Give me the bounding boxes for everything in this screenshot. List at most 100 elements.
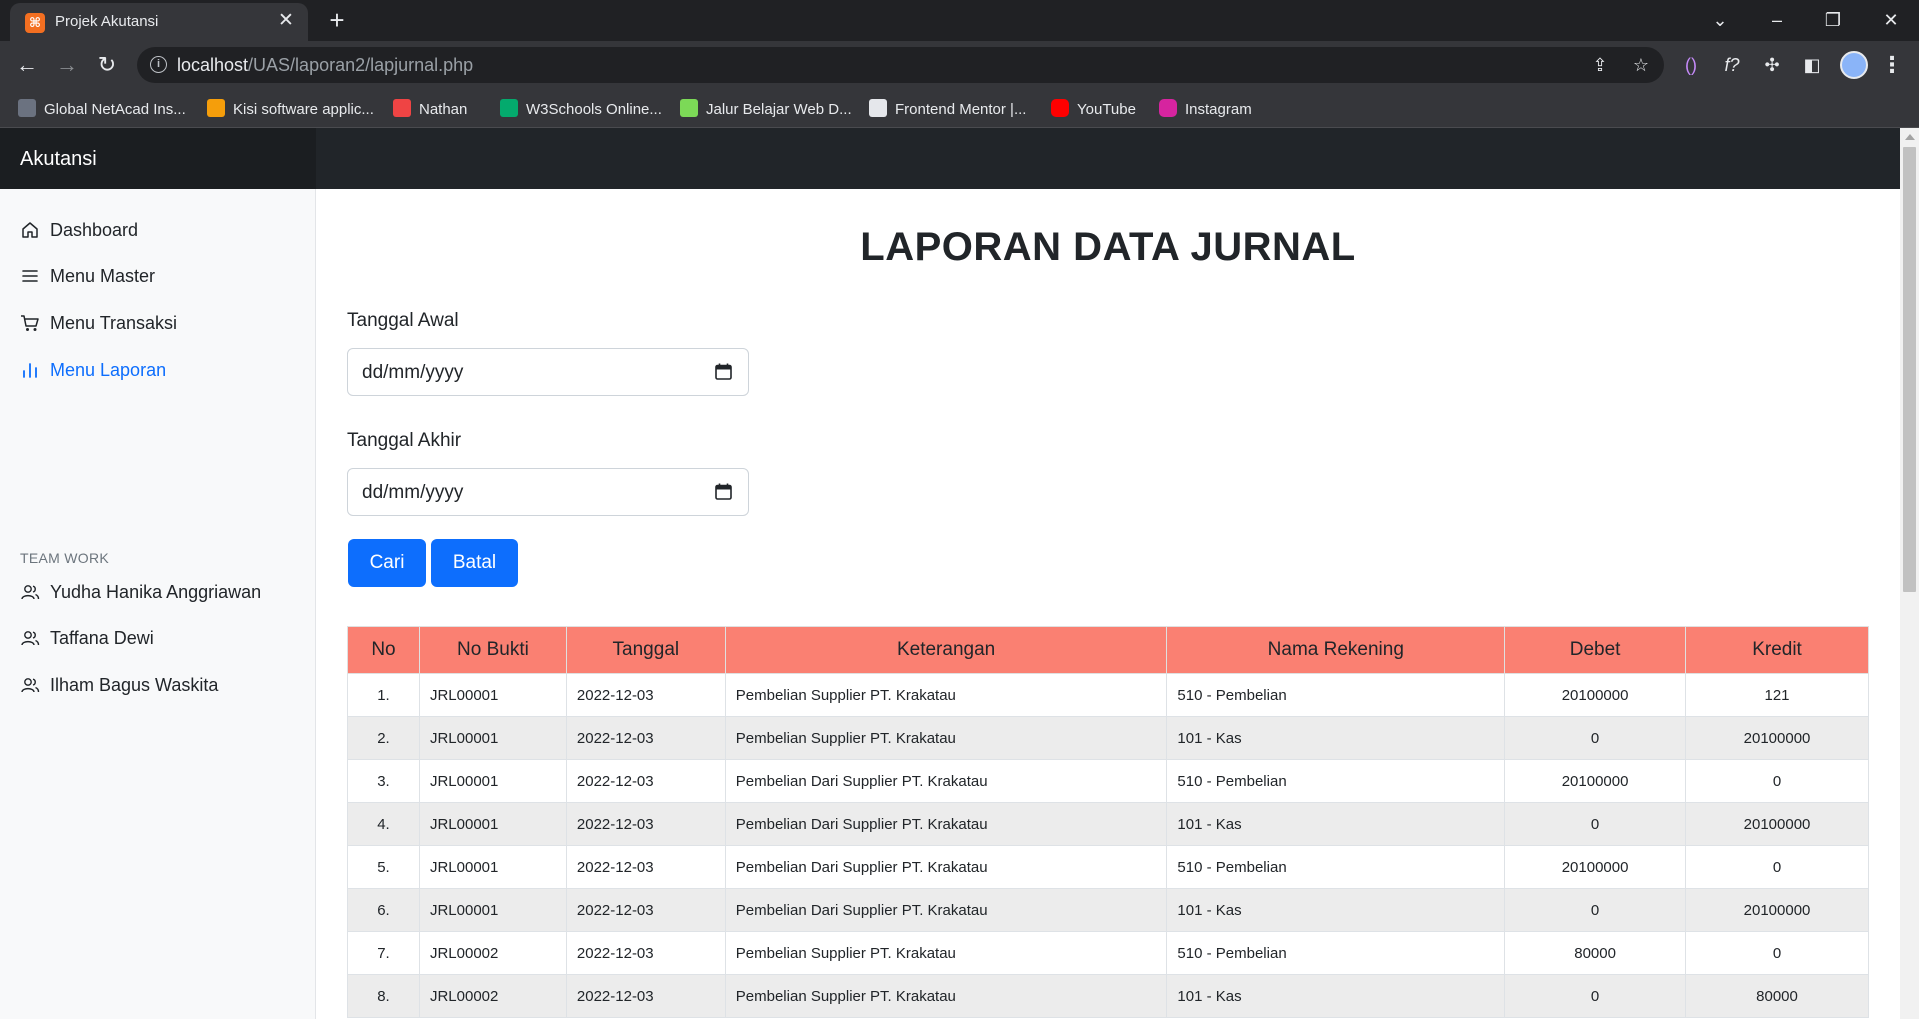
bookmark-frontend-mentor[interactable]: Frontend Mentor |... — [869, 99, 1026, 119]
cell-tanggal: 2022-12-03 — [565, 802, 726, 846]
bar-chart-icon — [23, 363, 37, 378]
column-header-debet: Debet — [1504, 626, 1687, 674]
tab-title: Projek Akutansi — [55, 13, 159, 30]
new-tab-icon[interactable]: + — [323, 6, 351, 34]
team-work-heading: TEAM WORK — [20, 550, 110, 566]
cell-debet: 0 — [1504, 716, 1687, 760]
cell-nama-rekening: 101 - Kas — [1166, 974, 1506, 1018]
sidebar-item-yudha[interactable]: Yudha Hanika Anggriawan — [20, 578, 261, 606]
calendar-icon[interactable] — [715, 363, 732, 380]
cell-no: 8. — [347, 974, 420, 1018]
cell-nama-rekening: 510 - Pembelian — [1166, 673, 1506, 717]
sidebar-item-ilham[interactable]: Ilham Bagus Waskita — [20, 671, 218, 699]
menu-icon — [22, 270, 38, 282]
cell-tanggal: 2022-12-03 — [565, 845, 726, 889]
w3schools-icon — [500, 99, 518, 117]
frontend-mentor-icon — [869, 99, 887, 117]
sidebar-item-taffana[interactable]: Taffana Dewi — [20, 624, 154, 652]
cell-no-bukti: JRL00001 — [418, 759, 567, 803]
minimize-icon[interactable]: – — [1762, 6, 1792, 34]
tab-search-icon[interactable]: ⌄ — [1705, 6, 1735, 34]
cell-tanggal: 2022-12-03 — [565, 716, 726, 760]
tab-strip: ⌘ Projek Akutansi ✕ + ⌄ – ❐ ✕ — [0, 0, 1919, 41]
site-info-icon[interactable]: i — [150, 56, 167, 73]
netacad-icon — [18, 99, 36, 117]
youtube-icon — [1051, 99, 1069, 117]
page-title: LAPORAN DATA JURNAL — [860, 225, 1356, 269]
cell-kredit: 0 — [1685, 759, 1869, 803]
address-bar[interactable]: i localhost/UAS/laporan2/lapjurnal.php ⇪… — [137, 47, 1664, 83]
cell-nama-rekening: 101 - Kas — [1166, 716, 1506, 760]
page-scrollbar[interactable] — [1900, 128, 1919, 1019]
sidebar-item-menu-master[interactable]: Menu Master — [20, 262, 155, 290]
cell-kredit: 20100000 — [1685, 716, 1869, 760]
url-text: localhost/UAS/laporan2/lapjurnal.php — [177, 55, 474, 75]
table-row: 2. JRL00001 2022-12-03 Pembelian Supplie… — [347, 716, 1869, 760]
reload-icon[interactable]: ↻ — [91, 49, 123, 81]
sidebar-item-menu-transaksi[interactable]: Menu Transaksi — [20, 309, 177, 337]
sidebar-item-dashboard[interactable]: Dashboard — [20, 216, 138, 244]
cell-no-bukti: JRL00001 — [418, 673, 567, 717]
cell-keterangan: Pembelian Dari Supplier PT. Krakatau — [724, 845, 1168, 889]
window-close-icon[interactable]: ✕ — [1876, 6, 1906, 34]
cell-no-bukti: JRL00002 — [418, 931, 567, 975]
cell-kredit: 20100000 — [1685, 888, 1869, 932]
users-icon — [21, 678, 40, 693]
side-panel-icon[interactable]: ◧ — [1800, 53, 1824, 77]
column-header-no: No — [347, 626, 420, 674]
formula-extension-icon[interactable]: f? — [1720, 53, 1744, 77]
bookmark-w3schools[interactable]: W3Schools Online... — [500, 99, 662, 119]
cell-keterangan: Pembelian Supplier PT. Krakatau — [724, 974, 1168, 1018]
cell-no-bukti: JRL00001 — [418, 802, 567, 846]
bookmark-netacad[interactable]: Global NetAcad Ins... — [18, 99, 186, 119]
puzzle-extensions-icon[interactable]: ✣ — [1760, 53, 1784, 77]
start-date-label: Tanggal Awal — [347, 310, 459, 331]
calendar-icon[interactable] — [715, 483, 732, 500]
end-date-input[interactable]: dd/mm/yyyy — [347, 468, 749, 516]
web-page: Akutansi Dashboard Menu Master Menu Tran… — [0, 128, 1919, 1019]
browser-tab[interactable]: ⌘ Projek Akutansi ✕ — [10, 3, 308, 41]
bookmark-star-icon[interactable]: ☆ — [1629, 53, 1653, 77]
cell-no: 5. — [347, 845, 420, 889]
start-date-input[interactable]: dd/mm/yyyy — [347, 348, 749, 396]
table-row: 3. JRL00001 2022-12-03 Pembelian Dari Su… — [347, 759, 1869, 803]
bookmark-jalur-belajar[interactable]: Jalur Belajar Web D... — [680, 99, 852, 119]
sidebar-item-menu-laporan[interactable]: Menu Laporan — [20, 356, 166, 384]
forward-icon[interactable]: → — [51, 49, 83, 81]
table-row: 8. JRL00002 2022-12-03 Pembelian Supplie… — [347, 974, 1869, 1018]
cell-tanggal: 2022-12-03 — [565, 888, 726, 932]
end-date-value: dd/mm/yyyy — [362, 482, 464, 503]
brand-link[interactable]: Akutansi — [20, 148, 97, 171]
cancel-button[interactable]: Batal — [431, 539, 518, 587]
cell-debet: 20100000 — [1504, 845, 1687, 889]
top-navbar: Akutansi — [0, 128, 1900, 189]
cell-kredit: 121 — [1685, 673, 1869, 717]
bookmark-youtube[interactable]: YouTube — [1051, 99, 1136, 119]
bookmark-nathan[interactable]: Nathan — [393, 99, 467, 119]
tab-close-icon[interactable]: ✕ — [276, 11, 296, 31]
profile-avatar[interactable] — [1840, 51, 1868, 79]
cell-keterangan: Pembelian Supplier PT. Krakatau — [724, 716, 1168, 760]
browser-menu-icon[interactable]: ⋮ — [1880, 51, 1904, 79]
search-button[interactable]: Cari — [348, 539, 426, 587]
cell-no-bukti: JRL00001 — [418, 888, 567, 932]
share-icon[interactable]: ⇪ — [1588, 53, 1612, 77]
scroll-up-arrow-icon[interactable] — [1905, 134, 1915, 140]
column-header-tanggal: Tanggal — [565, 626, 726, 674]
cell-no: 2. — [347, 716, 420, 760]
table-header-row: No No Bukti Tanggal Keterangan Nama Reke… — [347, 626, 1869, 674]
cell-kredit: 20100000 — [1685, 802, 1869, 846]
cell-debet: 20100000 — [1504, 673, 1687, 717]
column-header-no-bukti: No Bukti — [418, 626, 567, 674]
extension-icon[interactable]: () — [1679, 53, 1703, 77]
cell-no: 6. — [347, 888, 420, 932]
bookmark-instagram[interactable]: Instagram — [1159, 99, 1252, 119]
cell-keterangan: Pembelian Dari Supplier PT. Krakatau — [724, 759, 1168, 803]
table-row: 7. JRL00002 2022-12-03 Pembelian Supplie… — [347, 931, 1869, 975]
back-icon[interactable]: ← — [11, 49, 43, 81]
restore-icon[interactable]: ❐ — [1818, 6, 1848, 34]
scroll-thumb[interactable] — [1903, 147, 1916, 592]
column-header-kredit: Kredit — [1685, 626, 1869, 674]
table-row: 4. JRL00001 2022-12-03 Pembelian Dari Su… — [347, 802, 1869, 846]
bookmark-kisi[interactable]: Kisi software applic... — [207, 99, 374, 119]
